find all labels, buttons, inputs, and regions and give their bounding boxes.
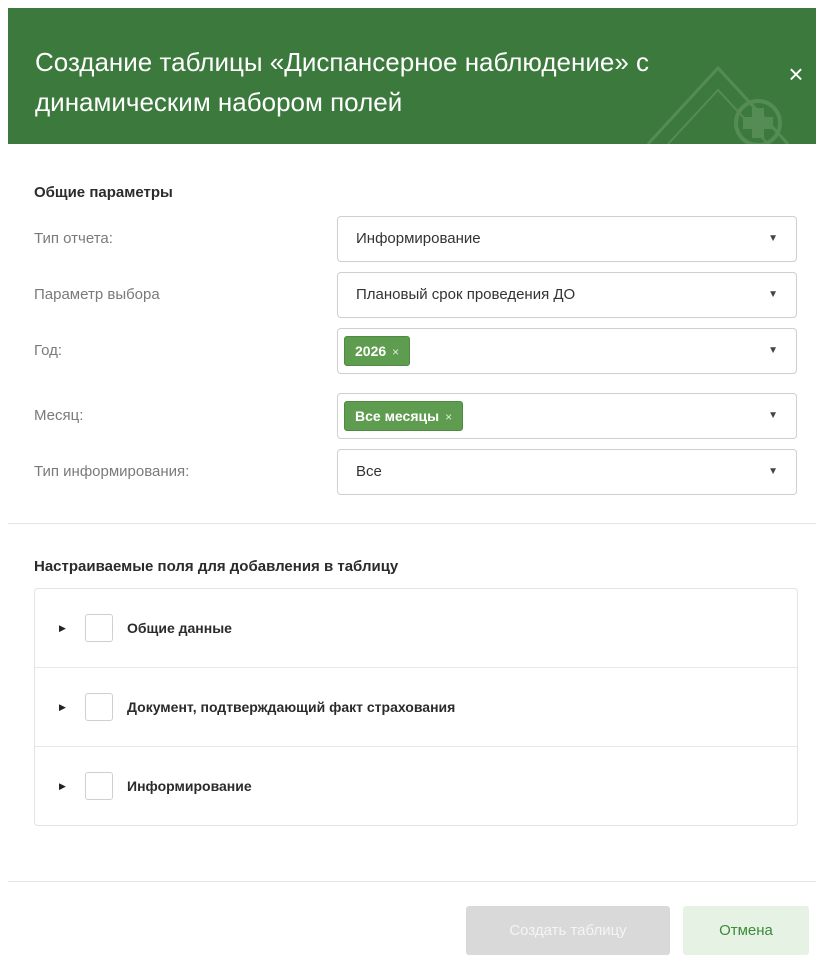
caret-down-icon: ▼: [768, 345, 778, 356]
field-group-label: Документ, подтверждающий факт страховани…: [127, 699, 456, 715]
field-group-label: Информирование: [127, 778, 252, 794]
month-label: Месяц:: [34, 407, 84, 424]
section-divider: [8, 523, 816, 524]
field-group-general-data[interactable]: ▶ Общие данные: [35, 589, 797, 667]
report-type-value: Информирование: [356, 230, 481, 247]
insurance-document-checkbox[interactable]: [85, 693, 113, 721]
caret-down-icon: ▼: [768, 289, 778, 300]
month-tag: Все месяцы ×: [344, 401, 464, 431]
report-type-label: Тип отчета:: [34, 230, 113, 247]
info-type-row: Тип информирования: Все ▼: [34, 449, 798, 495]
month-row: Месяц: Все месяцы × ▼: [34, 393, 798, 439]
cancel-button[interactable]: Отмена: [683, 906, 809, 955]
report-type-select[interactable]: Информирование ▼: [337, 216, 797, 262]
selection-param-select[interactable]: Плановый срок проведения ДО ▼: [337, 272, 797, 318]
selection-param-row: Параметр выбора Плановый срок проведения…: [34, 272, 798, 318]
custom-fields-heading: Настраиваемые поля для добавления в табл…: [34, 558, 399, 575]
info-type-label: Тип информирования:: [34, 463, 190, 480]
caret-down-icon: ▼: [768, 410, 778, 421]
field-group-label: Общие данные: [127, 620, 232, 636]
expand-arrow-icon[interactable]: ▶: [59, 747, 66, 825]
year-tag: 2026 ×: [344, 336, 411, 366]
emblem-icon: [646, 65, 790, 144]
remove-tag-icon[interactable]: ×: [392, 345, 399, 359]
top-strip: [0, 0, 816, 8]
selection-param-value: Плановый срок проведения ДО: [356, 286, 576, 303]
footer-divider: [8, 881, 816, 882]
caret-down-icon: ▼: [768, 233, 778, 244]
general-data-checkbox[interactable]: [85, 614, 113, 642]
selection-param-label: Параметр выбора: [34, 286, 160, 303]
year-row: Год: 2026 × ▼: [34, 328, 798, 374]
remove-tag-icon[interactable]: ×: [445, 410, 452, 424]
year-select[interactable]: 2026 × ▼: [337, 328, 797, 374]
custom-fields-list: ▶ Общие данные ▶ Документ, подтверждающи…: [34, 588, 798, 826]
close-button[interactable]: ×: [782, 60, 810, 88]
year-label: Год:: [34, 342, 63, 359]
expand-arrow-icon[interactable]: ▶: [59, 668, 66, 746]
general-params-heading: Общие параметры: [34, 184, 173, 201]
month-select[interactable]: Все месяцы × ▼: [337, 393, 797, 439]
dialog-title: Создание таблицы «Диспансерное наблюдени…: [35, 47, 649, 117]
info-type-value: Все: [356, 463, 382, 480]
expand-arrow-icon[interactable]: ▶: [59, 589, 66, 667]
info-type-select[interactable]: Все ▼: [337, 449, 797, 495]
year-tag-label: 2026: [355, 343, 387, 359]
informing-checkbox[interactable]: [85, 772, 113, 800]
dialog-header: Создание таблицы «Диспансерное наблюдени…: [8, 8, 816, 144]
field-group-insurance-document[interactable]: ▶ Документ, подтверждающий факт страхова…: [35, 667, 797, 746]
field-group-informing[interactable]: ▶ Информирование: [35, 746, 797, 825]
report-type-row: Тип отчета: Информирование ▼: [34, 216, 798, 262]
caret-down-icon: ▼: [768, 466, 778, 477]
create-table-button[interactable]: Создать таблицу: [466, 906, 670, 955]
month-tag-label: Все месяцы: [355, 408, 440, 424]
